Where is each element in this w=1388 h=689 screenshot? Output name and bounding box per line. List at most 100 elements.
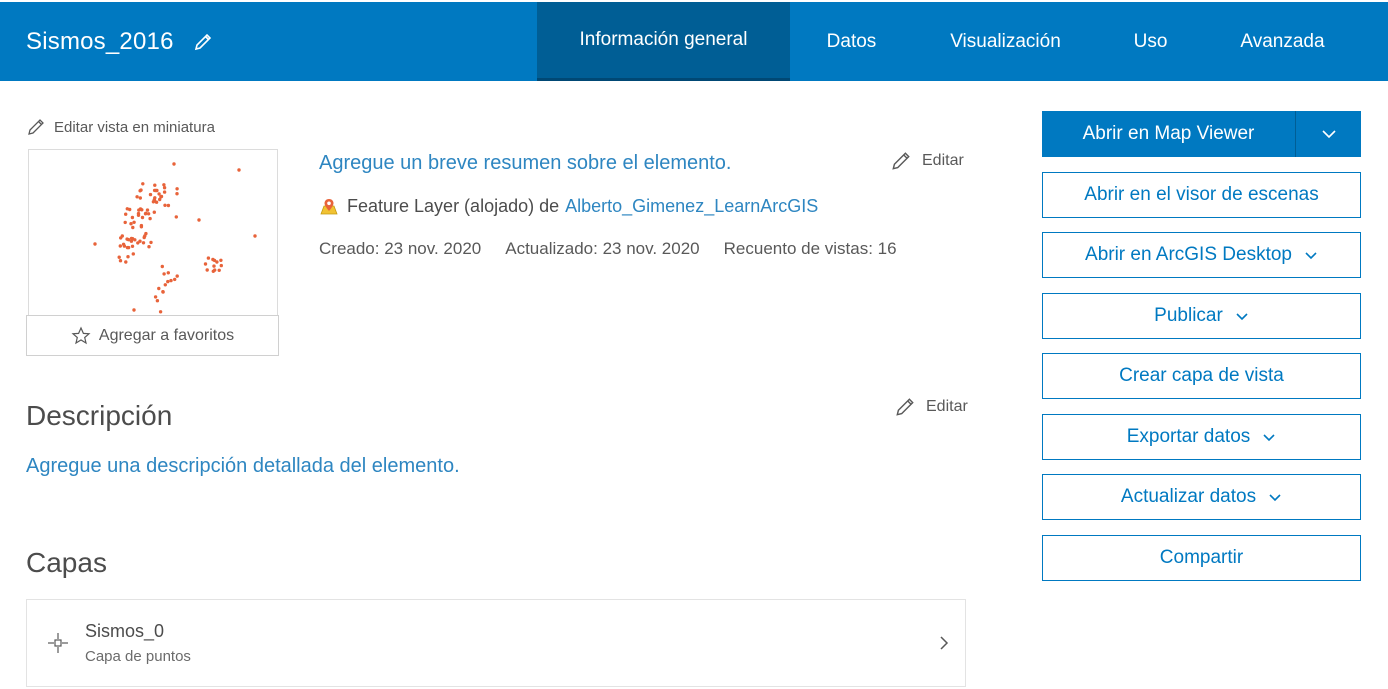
thumbnail-point <box>129 236 134 241</box>
thumbnail-point <box>175 274 179 278</box>
thumbnail-point <box>119 236 123 240</box>
item-header: Sismos_2016 Información general Datos Vi… <box>0 2 1388 81</box>
thumbnail-point <box>163 283 167 287</box>
add-description-link[interactable]: Agregue una descripción detallada del el… <box>26 455 460 478</box>
thumbnail-point <box>136 213 141 217</box>
open-in-map-viewer-button[interactable]: Abrir en Map Viewer <box>1042 111 1361 157</box>
share-label: Compartir <box>1159 547 1244 568</box>
chevron-down-icon <box>1304 251 1318 260</box>
pencil-icon <box>892 152 910 170</box>
thumbnail-point <box>130 244 135 248</box>
update-data-button[interactable]: Actualizar datos <box>1042 474 1361 520</box>
thumbnail-point <box>118 244 123 248</box>
thumbnail-point <box>124 212 128 216</box>
thumbnail-point <box>140 215 145 220</box>
thumbnail-point <box>217 268 221 272</box>
thumbnail-point <box>130 215 135 220</box>
tab-informacion-general[interactable]: Información general <box>537 2 790 81</box>
chevron-down-icon[interactable] <box>1295 111 1361 157</box>
thumbnail-point <box>125 207 129 211</box>
layer-row[interactable]: Sismos_0 Capa de puntos <box>26 599 966 687</box>
owner-link[interactable]: Alberto_Gimenez_LearnArcGIS <box>565 196 818 217</box>
thumbnail-point <box>166 279 170 284</box>
thumbnail-point <box>152 210 156 214</box>
thumbnail-point <box>123 220 127 225</box>
thumbnail-point <box>118 259 123 263</box>
open-in-map-viewer-label[interactable]: Abrir en Map Viewer <box>1042 111 1295 157</box>
thumbnail-point <box>135 195 139 199</box>
pencil-icon[interactable] <box>192 31 214 53</box>
item-title-wrap: Sismos_2016 <box>26 2 214 81</box>
pencil-icon <box>896 398 914 416</box>
layers-heading: Capas <box>26 547 107 578</box>
thumbnail-point <box>153 295 158 299</box>
layer-type: Capa de puntos <box>85 648 191 665</box>
thumbnail-point <box>153 196 157 200</box>
tab-visualizacion[interactable]: Visualización <box>913 2 1098 81</box>
thumbnail-point <box>219 258 223 262</box>
thumbnail-point <box>174 215 178 219</box>
open-in-scene-viewer-label: Abrir en el visor de escenas <box>1084 184 1319 205</box>
thumbnail-point <box>147 245 151 249</box>
share-button[interactable]: Compartir <box>1042 535 1361 581</box>
thumbnail-point <box>143 234 147 238</box>
thumbnail-point <box>162 183 166 187</box>
add-summary-link[interactable]: Agregue un breve resumen sobre el elemen… <box>319 152 731 175</box>
thumbnail-point <box>125 237 129 241</box>
thumbnail-point <box>203 262 208 266</box>
thumbnail-point <box>137 208 141 212</box>
thumbnail-point <box>148 216 152 221</box>
thumbnail-point <box>129 222 133 226</box>
thumbnail-point <box>158 310 163 314</box>
open-in-arcgis-desktop-label: Abrir en ArcGIS Desktop <box>1085 244 1292 265</box>
thumbnail-point <box>206 256 211 260</box>
thumbnail-point <box>131 225 135 230</box>
thumbnail-point <box>211 269 215 273</box>
edit-thumbnail-link[interactable]: Editar vista en miniatura <box>26 117 215 137</box>
thumbnail-point <box>145 208 150 212</box>
item-type-label: Feature Layer (alojado) de <box>347 196 560 216</box>
thumbnail-point <box>124 260 128 264</box>
create-view-layer-button[interactable]: Crear capa de vista <box>1042 353 1361 399</box>
chevron-down-icon <box>1235 312 1249 321</box>
chevron-right-icon <box>937 634 951 657</box>
edit-thumbnail-label: Editar vista en miniatura <box>54 118 215 136</box>
thumbnail-point <box>132 308 136 312</box>
edit-summary-link[interactable]: Editar <box>890 150 964 172</box>
thumbnail-point <box>154 188 158 193</box>
point-layer-icon <box>47 632 69 659</box>
thumbnail-point <box>139 225 144 229</box>
thumbnail-point <box>126 255 130 259</box>
thumbnail-point <box>172 162 176 166</box>
thumbnail-point <box>175 192 179 196</box>
star-icon <box>71 326 91 344</box>
add-to-favorites-button[interactable]: Agregar a favoritos <box>26 315 279 356</box>
edit-summary-label: Editar <box>922 152 964 169</box>
pencil-icon <box>28 119 44 135</box>
item-type-line: Feature Layer (alojado) de Alberto_Gimen… <box>319 196 818 217</box>
thumbnail-point <box>166 203 171 208</box>
tab-datos[interactable]: Datos <box>790 2 913 81</box>
thumbnail-point <box>215 260 219 264</box>
thumbnail-point <box>132 220 136 224</box>
thumbnail-point <box>162 272 166 276</box>
open-in-arcgis-desktop-button[interactable]: Abrir en ArcGIS Desktop <box>1042 232 1361 278</box>
edit-description-link[interactable]: Editar <box>894 396 968 418</box>
tab-avanzada[interactable]: Avanzada <box>1203 2 1362 81</box>
thumbnail-point <box>175 187 179 191</box>
thumbnail-point <box>162 186 167 190</box>
open-in-scene-viewer-button[interactable]: Abrir en el visor de escenas <box>1042 172 1361 218</box>
tab-uso[interactable]: Uso <box>1098 2 1203 81</box>
publish-button[interactable]: Publicar <box>1042 293 1361 339</box>
thumbnail-point <box>212 264 216 268</box>
thumbnail-point <box>162 190 167 194</box>
thumbnail-point-map <box>93 162 257 314</box>
thumbnail-point <box>93 242 97 246</box>
create-view-layer-label: Crear capa de vista <box>1119 365 1284 386</box>
export-data-button[interactable]: Exportar datos <box>1042 414 1361 460</box>
feature-layer-icon <box>319 197 339 217</box>
thumbnail-point <box>166 271 170 275</box>
edit-description-label: Editar <box>926 398 968 415</box>
layer-name: Sismos_0 <box>85 621 165 641</box>
update-data-label: Actualizar datos <box>1120 486 1257 507</box>
